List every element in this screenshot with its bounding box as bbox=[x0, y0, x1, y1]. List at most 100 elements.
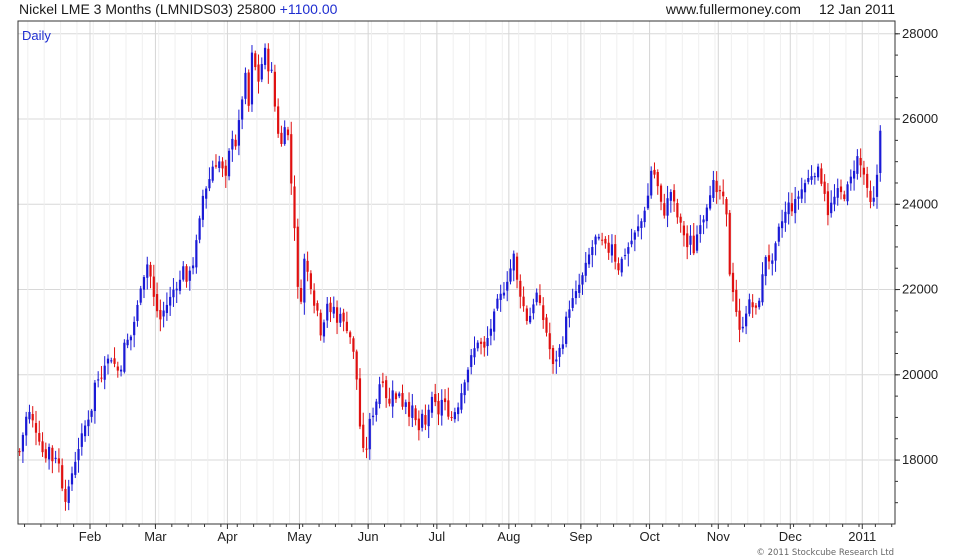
candle-down bbox=[394, 391, 398, 403]
candle-down bbox=[607, 235, 610, 260]
candle-body bbox=[74, 461, 77, 475]
candle-down bbox=[617, 257, 620, 275]
candle-up bbox=[270, 62, 273, 73]
y-tick-label: 28000 bbox=[902, 26, 938, 41]
candle-body bbox=[332, 306, 335, 314]
candle-body bbox=[669, 192, 672, 201]
candle-down bbox=[290, 121, 293, 195]
candle-body bbox=[754, 305, 758, 308]
candle-up bbox=[689, 225, 692, 255]
candle-up bbox=[263, 43, 267, 70]
candle-down bbox=[38, 420, 41, 446]
candle-body bbox=[502, 292, 506, 296]
candle-body bbox=[211, 166, 214, 181]
candle-up bbox=[568, 300, 571, 328]
candle-body bbox=[34, 423, 38, 433]
candle-up bbox=[195, 234, 198, 274]
candle-body bbox=[630, 240, 633, 245]
candle-up bbox=[803, 179, 807, 204]
candle-body bbox=[515, 256, 519, 280]
candle-body bbox=[398, 393, 401, 397]
candle-down bbox=[859, 148, 862, 178]
candle-down bbox=[738, 298, 741, 343]
candle-body bbox=[460, 393, 463, 410]
y-tick-label: 22000 bbox=[902, 282, 938, 297]
candle-body bbox=[254, 53, 257, 68]
candle-body bbox=[751, 302, 754, 308]
candle-down bbox=[257, 54, 260, 94]
x-axis: Feb Mar Apr May Jun Jul Aug Sep Oct Nov Dec 2011 bbox=[24, 524, 893, 544]
candle-down bbox=[676, 198, 679, 224]
candle-body bbox=[457, 407, 460, 415]
candle-down bbox=[866, 166, 869, 198]
candle-up bbox=[303, 253, 306, 315]
candle-down bbox=[159, 299, 162, 332]
candle-down bbox=[653, 162, 656, 179]
candle-body bbox=[234, 139, 237, 147]
candle-body bbox=[280, 132, 283, 144]
candle-up bbox=[846, 181, 849, 206]
candle-body bbox=[185, 266, 188, 282]
candle-up bbox=[597, 233, 600, 241]
candle-body bbox=[201, 195, 204, 220]
candle-body bbox=[41, 441, 44, 453]
candle-down bbox=[735, 279, 738, 317]
candle-body bbox=[509, 268, 512, 282]
candle-body bbox=[129, 336, 132, 341]
candle-body bbox=[633, 232, 636, 240]
candle-down bbox=[277, 98, 280, 138]
candle-up bbox=[440, 389, 443, 426]
candle-body bbox=[529, 315, 532, 323]
candle-body bbox=[67, 486, 70, 503]
candle-down bbox=[614, 234, 617, 270]
candle-down bbox=[679, 213, 682, 233]
candle-body bbox=[267, 48, 270, 72]
candle-body bbox=[741, 326, 744, 329]
candle-up bbox=[90, 408, 93, 423]
candle-up bbox=[581, 272, 584, 295]
candle-body bbox=[859, 157, 862, 166]
candle-down bbox=[682, 220, 686, 247]
candle-body bbox=[319, 312, 322, 336]
candle-body bbox=[18, 451, 21, 453]
candle-body bbox=[767, 255, 771, 262]
candle-body bbox=[136, 304, 139, 322]
candle-body bbox=[38, 433, 41, 442]
candle-up bbox=[470, 348, 473, 375]
candle-up bbox=[83, 420, 87, 442]
candle-body bbox=[643, 210, 646, 223]
candle-up bbox=[535, 288, 538, 306]
candle-body bbox=[31, 414, 34, 421]
candle-body bbox=[385, 380, 388, 399]
candle-down bbox=[417, 410, 420, 441]
candle-body bbox=[803, 183, 807, 193]
candle-body bbox=[87, 419, 90, 427]
candle-up bbox=[712, 170, 715, 202]
x-tick-label: May bbox=[287, 529, 312, 544]
candle-body bbox=[463, 382, 466, 396]
candle-up bbox=[800, 177, 803, 204]
candle-up bbox=[852, 160, 856, 191]
candle-body bbox=[335, 307, 339, 323]
candle-down bbox=[673, 184, 676, 212]
candle-body bbox=[640, 221, 643, 229]
candle-body bbox=[309, 273, 312, 290]
candle-down bbox=[862, 160, 866, 185]
candle-up bbox=[643, 206, 646, 228]
candle-body bbox=[296, 226, 299, 287]
candle-up bbox=[584, 252, 587, 283]
candle-body bbox=[489, 328, 492, 336]
candle-body bbox=[407, 401, 411, 417]
candle-down bbox=[823, 174, 826, 202]
candle-down bbox=[604, 236, 607, 249]
candle-body bbox=[722, 191, 725, 197]
candle-down bbox=[57, 448, 61, 473]
candle-up bbox=[637, 214, 640, 237]
candle-up bbox=[578, 273, 581, 298]
candle-down bbox=[686, 225, 689, 260]
candle-up bbox=[244, 67, 247, 105]
candle-body bbox=[781, 221, 784, 229]
candle-up bbox=[787, 192, 790, 225]
candle-up bbox=[201, 189, 204, 228]
candle-down bbox=[715, 171, 718, 204]
